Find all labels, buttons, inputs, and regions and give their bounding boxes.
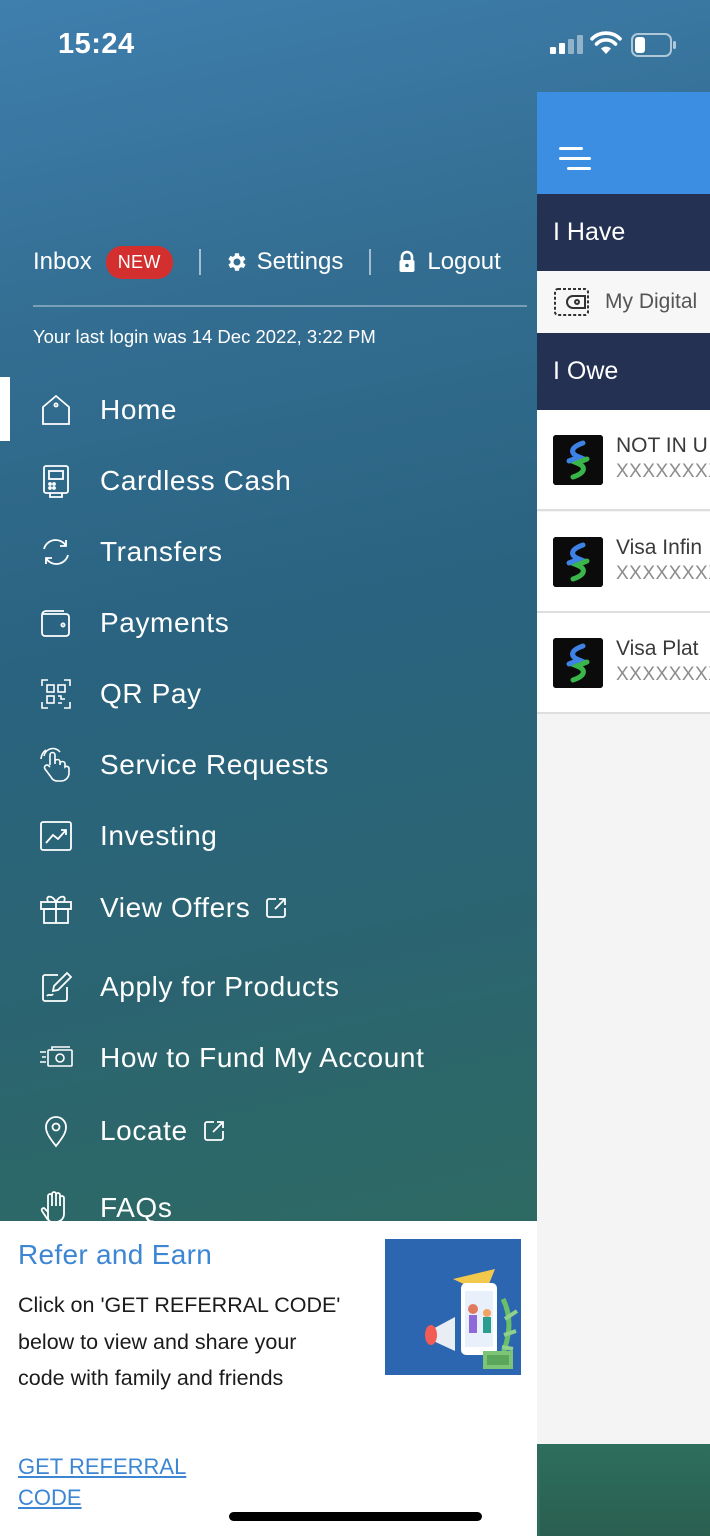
active-item-indicator (0, 377, 10, 441)
app-screen: 15:24 Inbox NEW Settings Logout Your las… (0, 0, 710, 1536)
account-number: XXXXXXXX (616, 563, 710, 584)
menu-item-label: How to Fund My Account (100, 1042, 425, 1073)
location-pin-icon (45, 1116, 67, 1148)
menu-item-qr-pay[interactable]: QR Pay (38, 676, 202, 712)
menu-item-home[interactable]: Home (38, 392, 177, 428)
gift-icon (40, 895, 72, 924)
menu-item-payments[interactable]: Payments (38, 605, 229, 641)
accounts-header (537, 92, 710, 194)
account-row[interactable]: Visa Plat XXXXXXXX (537, 613, 710, 714)
menu-item-label: Home (100, 394, 178, 425)
transfer-icon (43, 539, 69, 565)
bank-logo-icon (553, 638, 603, 688)
menu-item-label: QR Pay (100, 678, 202, 709)
gear-icon (228, 253, 246, 271)
account-name: NOT IN U (616, 434, 708, 457)
wifi-icon (590, 31, 622, 54)
wallet-icon (41, 610, 70, 637)
divider-bar (369, 249, 372, 275)
navigation-drawer: Inbox NEW Settings Logout Your last logi… (0, 0, 537, 1536)
lock-icon (399, 250, 415, 272)
menu-item-view-offers[interactable]: View Offers (38, 890, 288, 926)
cash-icon (40, 1046, 73, 1067)
menu-item-label: View Offers (100, 892, 251, 923)
bank-logo-icon (553, 537, 603, 587)
account-number: XXXXXXXX (616, 664, 710, 685)
account-number: XXXXXXXX (616, 461, 710, 482)
settings-label: Settings (256, 248, 344, 275)
home-icon (42, 394, 70, 425)
refer-description: Click on 'GET REFERRAL CODE' below to vi… (18, 1293, 341, 1390)
logout-link[interactable]: Logout (395, 248, 501, 276)
panel-bottom-strip (540, 1444, 710, 1536)
home-indicator[interactable] (229, 1512, 482, 1521)
refer-and-earn-card: Refer and Earn Click on 'GET REFERRAL CO… (0, 1221, 537, 1536)
account-name: Visa Infin (616, 536, 702, 559)
logout-label: Logout (427, 248, 501, 275)
account-row[interactable]: Visa Infin XXXXXXXX (537, 512, 710, 613)
external-link-icon (266, 898, 287, 918)
menu-item-fund-account[interactable]: How to Fund My Account (38, 1040, 424, 1076)
hamburger-menu-icon[interactable] (559, 144, 593, 174)
chart-up-icon (40, 821, 72, 851)
header-divider (33, 305, 527, 307)
digital-wallet-row[interactable]: My Digital (537, 271, 710, 333)
get-referral-code-link[interactable]: GET REFERRAL CODE (18, 1451, 238, 1513)
divider-bar (198, 249, 201, 275)
menu-item-cardless-cash[interactable]: Cardless Cash (38, 463, 291, 499)
accounts-panel: I Have My Digital I Owe NOT IN U XXXXXXX… (537, 92, 710, 1444)
cellular-signal-icon (550, 34, 584, 54)
i-have-section-header: I Have (537, 194, 710, 271)
menu-item-label: Locate (100, 1115, 188, 1146)
inbox-link[interactable]: Inbox NEW (33, 245, 173, 279)
settings-link[interactable]: Settings (225, 248, 344, 276)
menu-item-transfers[interactable]: Transfers (38, 534, 223, 570)
referral-promo-illustration (385, 1239, 521, 1375)
edit-form-icon (42, 971, 73, 1002)
menu-item-label: Cardless Cash (100, 465, 292, 496)
i-owe-section-header: I Owe (537, 333, 710, 410)
account-name: Visa Plat (616, 637, 699, 660)
menu-item-service-requests[interactable]: Service Requests (38, 747, 329, 783)
menu-item-label: Service Requests (100, 749, 330, 780)
battery-icon (631, 33, 676, 57)
account-row[interactable]: NOT IN U XXXXXXXX (537, 410, 710, 511)
qr-code-icon (41, 679, 71, 709)
atm-icon (43, 465, 69, 498)
wallet-label: My Digital (605, 290, 698, 313)
inbox-label: Inbox (33, 248, 92, 275)
bank-logo-icon (553, 435, 603, 485)
menu-item-label: Investing (100, 820, 218, 851)
last-login-text: Your last login was 14 Dec 2022, 3:22 PM (33, 326, 376, 347)
menu-item-label: Payments (100, 607, 230, 638)
refer-title: Refer and Earn (18, 1239, 213, 1270)
menu-item-investing[interactable]: Investing (38, 818, 217, 854)
hand-pointer-icon (40, 747, 70, 782)
new-badge: NEW (105, 245, 173, 279)
menu-item-label: Transfers (100, 536, 223, 567)
wallet-icon (554, 288, 589, 316)
drawer-top-links: Inbox NEW Settings Logout (33, 244, 501, 280)
external-link-icon (203, 1121, 224, 1141)
menu-item-label: FAQs (100, 1192, 173, 1223)
menu-item-apply-for-products[interactable]: Apply for Products (38, 969, 340, 1005)
menu-item-label: Apply for Products (100, 971, 340, 1002)
menu-item-locate[interactable]: Locate (38, 1113, 226, 1149)
